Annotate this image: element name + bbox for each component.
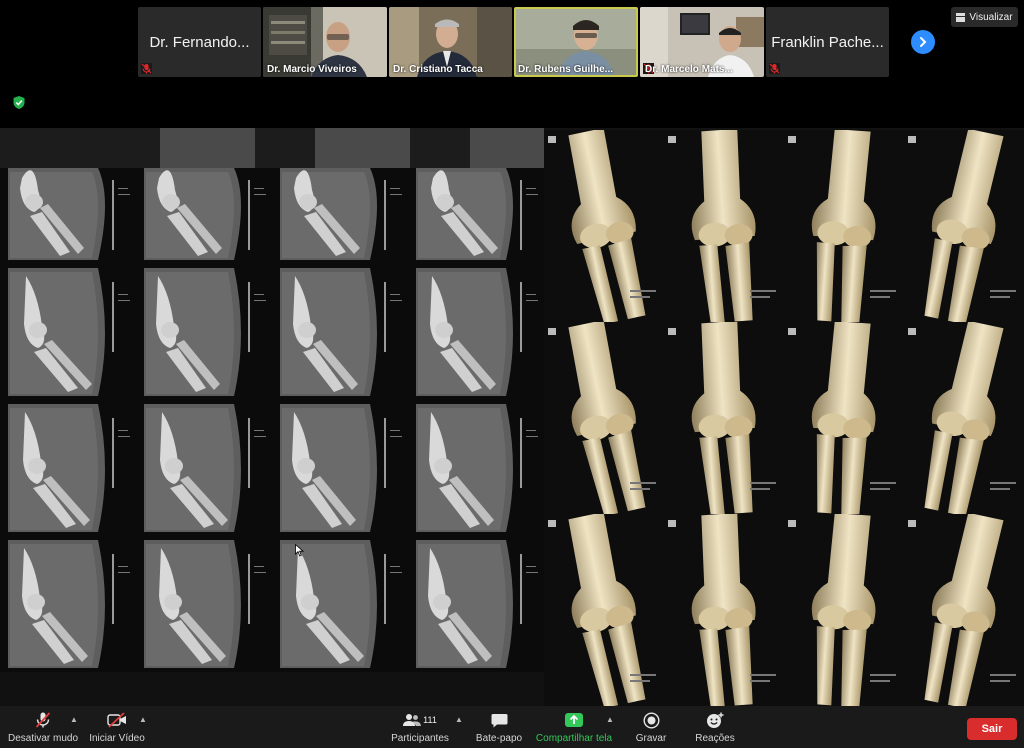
shared-screen[interactable]	[0, 128, 1024, 706]
participants-options-caret-icon[interactable]: ▲	[455, 715, 463, 724]
participant-name: Dr. Fernando...	[149, 33, 250, 51]
ct-slice-image	[408, 536, 544, 672]
ct-slice-image	[136, 536, 272, 672]
3d-bone-reconstruction-image	[544, 130, 664, 322]
ct-scan-film	[0, 128, 544, 706]
3d-bone-reconstruction-image	[544, 514, 664, 706]
3d-bone-reconstruction-image	[544, 322, 664, 514]
chat-icon	[491, 710, 508, 730]
chat-label: Bate-papo	[475, 733, 523, 744]
video-options-caret-icon[interactable]: ▲	[139, 715, 147, 724]
3d-reconstruction-film	[544, 128, 1024, 706]
microphone-muted-icon	[34, 710, 52, 730]
3d-bone-reconstruction-image	[904, 130, 1024, 322]
share-screen-icon	[564, 710, 584, 730]
unmute-label: Desativar mudo	[7, 733, 79, 744]
video-off-icon	[107, 710, 127, 730]
participant-name: Dr. Marcelo Mats...	[645, 64, 733, 75]
3d-bone-reconstruction-image	[784, 514, 904, 706]
participant-count: 111	[423, 715, 437, 725]
share-screen-label: Compartilhar tela	[535, 733, 613, 744]
chevron-right-icon[interactable]	[911, 30, 935, 54]
ct-film-header-strip	[0, 128, 544, 168]
participants-button[interactable]: 111 Participantes	[390, 710, 450, 744]
ct-slice-image	[408, 264, 544, 400]
people-icon	[403, 714, 422, 726]
participant-name: Dr. Rubens Guilhe...	[518, 64, 614, 75]
ct-slice-image	[272, 536, 408, 672]
participant-tile-cristiano[interactable]: Dr. Cristiano Tacca	[389, 7, 512, 77]
share-screen-button[interactable]: Compartilhar tela	[536, 710, 612, 744]
reaction-icon	[706, 710, 724, 730]
participant-name: Franklin Pache...	[771, 33, 884, 51]
share-options-caret-icon[interactable]: ▲	[606, 715, 614, 724]
3d-bone-reconstruction-image	[784, 130, 904, 322]
muted-mic-icon	[769, 63, 780, 74]
participant-tile-marcio[interactable]: Dr. Marcio Viveiros	[263, 7, 387, 77]
view-button[interactable]: Visualizar	[951, 7, 1018, 27]
record-button[interactable]: Gravar	[630, 710, 672, 744]
participant-name: Dr. Cristiano Tacca	[393, 64, 483, 75]
record-icon	[642, 710, 660, 730]
muted-mic-icon	[141, 63, 152, 74]
ct-slice-image	[408, 400, 544, 536]
ct-slice-image	[272, 264, 408, 400]
participant-tile-franklin[interactable]: Franklin Pache...	[766, 7, 889, 77]
participant-strip: Dr. Fernando... Dr. Marcio Viveiros Dr. …	[0, 0, 1024, 109]
meeting-toolbar: Desativar mudo ▲ Iniciar Vídeo ▲ 111 Par…	[0, 706, 1024, 748]
start-video-label: Iniciar Vídeo	[89, 733, 145, 744]
participant-tile-fernando[interactable]: Dr. Fernando...	[138, 7, 261, 77]
reactions-button[interactable]: Reações	[692, 710, 738, 744]
view-button-label: Visualizar	[969, 11, 1013, 23]
ct-slice-image	[0, 400, 136, 536]
chat-button[interactable]: Bate-papo	[474, 710, 524, 744]
ct-slice-image	[272, 400, 408, 536]
participant-tile-marcelo[interactable]: Dr. Marcelo Mats...	[640, 7, 764, 77]
3d-bone-reconstruction-image	[784, 322, 904, 514]
3d-bone-reconstruction-image	[664, 130, 784, 322]
3d-bone-reconstruction-image	[664, 322, 784, 514]
ct-slice-image	[136, 400, 272, 536]
mouse-cursor-icon	[295, 543, 305, 562]
participant-tile-rubens[interactable]: Dr. Rubens Guilhe...	[514, 7, 638, 77]
ct-slice-image	[0, 536, 136, 672]
participants-label: Participantes	[391, 733, 449, 744]
unmute-button[interactable]: Desativar mudo	[8, 710, 78, 744]
security-shield-icon[interactable]	[13, 96, 25, 114]
ct-slice-image	[136, 264, 272, 400]
participant-name: Dr. Marcio Viveiros	[267, 64, 357, 75]
3d-bone-reconstruction-image	[904, 514, 1024, 706]
3d-bone-reconstruction-image	[664, 514, 784, 706]
grid-icon	[956, 12, 966, 22]
ct-slice-image	[0, 264, 136, 400]
mute-options-caret-icon[interactable]: ▲	[70, 715, 78, 724]
record-label: Gravar	[635, 733, 667, 744]
reactions-label: Reações	[695, 733, 735, 744]
3d-bone-reconstruction-image	[904, 322, 1024, 514]
leave-meeting-button[interactable]: Sair	[967, 718, 1017, 740]
